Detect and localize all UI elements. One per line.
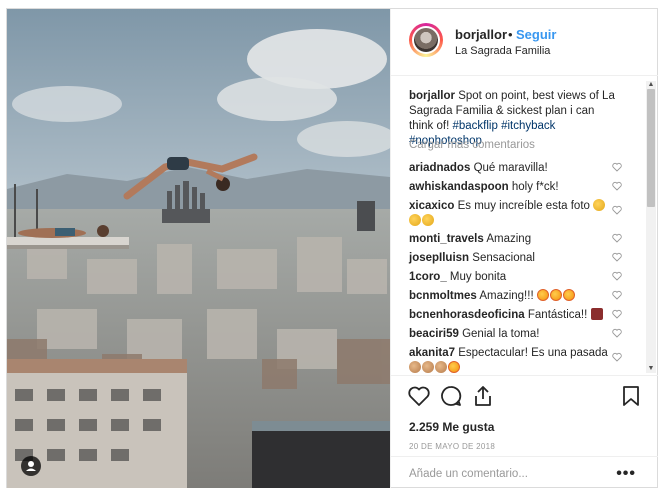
comment-username[interactable]: monti_travels (409, 233, 484, 245)
scroll-down-arrow-icon[interactable]: ▼ (646, 365, 656, 373)
photo-scene (7, 9, 390, 488)
avatar[interactable] (409, 23, 443, 57)
add-comment-bar: ••• (391, 456, 658, 490)
heart-small-icon[interactable] (612, 328, 622, 338)
instagram-post-modal: borjallor • Seguir La Sagrada Familia bo… (6, 8, 658, 488)
comments-list[interactable]: borjallor Spot on point, best views of L… (391, 75, 658, 375)
comment-text: Genial la toma! (462, 328, 540, 340)
hand-emoji-icon (409, 361, 421, 373)
post-sidebar: borjallor • Seguir La Sagrada Familia bo… (390, 9, 658, 488)
comment-item: ariadnados Qué maravilla! (409, 161, 609, 176)
scroll-up-arrow-icon[interactable]: ▲ (646, 81, 656, 89)
heart-eyes-emoji-icon (549, 289, 562, 301)
heart-small-icon[interactable] (612, 181, 622, 191)
header-separator: • (508, 27, 513, 42)
heart-small-icon[interactable] (612, 271, 622, 281)
comment-username[interactable]: bcnmoltmes (409, 290, 477, 302)
comment-icon[interactable] (439, 384, 463, 408)
more-options-button[interactable]: ••• (616, 465, 636, 483)
comment-text: Fantástica!! (527, 309, 588, 321)
clap-emoji-icon (409, 214, 421, 226)
comment-username[interactable]: josepIluisn (409, 252, 469, 264)
comment-item: bcnmoltmes Amazing!!! (409, 289, 609, 304)
comment-username[interactable]: akanita7 (409, 347, 455, 359)
comment-text: Es muy increíble esta foto (457, 200, 590, 212)
heart-eyes-emoji-icon (562, 289, 575, 301)
hand-emoji-icon (422, 361, 434, 373)
share-icon[interactable] (471, 384, 495, 408)
likes-count[interactable]: 2.259 Me gusta (409, 420, 494, 434)
comment-item: josepIluisn Sensacional (409, 251, 609, 266)
load-more-comments-button[interactable]: Cargar más comentarios (409, 139, 535, 151)
header-username[interactable]: borjallor (455, 27, 507, 42)
caption-username[interactable]: borjallor (409, 90, 455, 102)
heart-small-icon[interactable] (612, 162, 622, 172)
clap-emoji-icon (593, 199, 606, 211)
heart-small-icon[interactable] (612, 309, 622, 319)
heart-small-icon[interactable] (612, 252, 622, 262)
post-actions: 2.259 Me gusta 20 DE MAYO DE 2018 ••• (391, 375, 658, 489)
bookmark-icon[interactable] (619, 384, 643, 408)
comment-text: Muy bonita (449, 271, 507, 283)
comment-username[interactable]: beaciri59 (409, 328, 459, 340)
heart-eyes-emoji-icon (448, 361, 460, 373)
rock-emoji-icon (590, 308, 603, 320)
comment-text: Sensacional (472, 252, 535, 264)
comment-text: Amazing (486, 233, 532, 245)
comment-username[interactable]: bcnenhorasdeoficina (409, 309, 525, 321)
comment-item: beaciri59 Genial la toma! (409, 327, 609, 342)
comment-text: Qué maravilla! (473, 162, 548, 174)
comment-text: Amazing!!! (479, 290, 534, 302)
avatar-image (414, 28, 438, 52)
location-link[interactable]: La Sagrada Familia (455, 45, 550, 57)
heart-small-icon[interactable] (612, 205, 622, 215)
comment-text: holy f*ck! (511, 181, 559, 193)
comment-item: 1coro_ Muy bonita (409, 270, 609, 285)
comment-username[interactable]: xicaxico (409, 200, 454, 212)
comment-item: akanita7 Espectacular! Es una pasada (409, 346, 609, 375)
clap-emoji-icon (422, 214, 434, 226)
comments-scrollbar[interactable]: ▲ ▼ (646, 81, 656, 373)
follow-button[interactable]: Seguir (516, 27, 556, 42)
heart-small-icon[interactable] (612, 352, 622, 362)
comment-item: monti_travels Amazing (409, 232, 609, 247)
comment-item: bcnenhorasdeoficina Fantástica!! (409, 308, 624, 323)
comment-username[interactable]: awhiskandaspoon (409, 181, 509, 193)
post-date[interactable]: 20 DE MAYO DE 2018 (409, 442, 495, 451)
comment-item: xicaxico Es muy increíble esta foto (409, 199, 609, 229)
comment-username[interactable]: ariadnados (409, 162, 470, 174)
user-tag-icon[interactable] (21, 456, 41, 476)
heart-small-icon[interactable] (612, 290, 622, 300)
hand-emoji-icon (435, 361, 447, 373)
post-photo[interactable] (7, 9, 390, 488)
add-comment-input[interactable] (409, 466, 579, 482)
post-header: borjallor • Seguir La Sagrada Familia (391, 9, 658, 76)
heart-icon[interactable] (407, 384, 431, 408)
heart-small-icon[interactable] (612, 233, 622, 243)
comment-item: awhiskandaspoon holy f*ck! (409, 180, 609, 195)
comment-text: Espectacular! Es una pasada (458, 347, 608, 359)
scrollbar-thumb[interactable] (647, 89, 655, 207)
comment-username[interactable]: 1coro_ (409, 271, 447, 283)
heart-eyes-emoji-icon (536, 289, 549, 301)
